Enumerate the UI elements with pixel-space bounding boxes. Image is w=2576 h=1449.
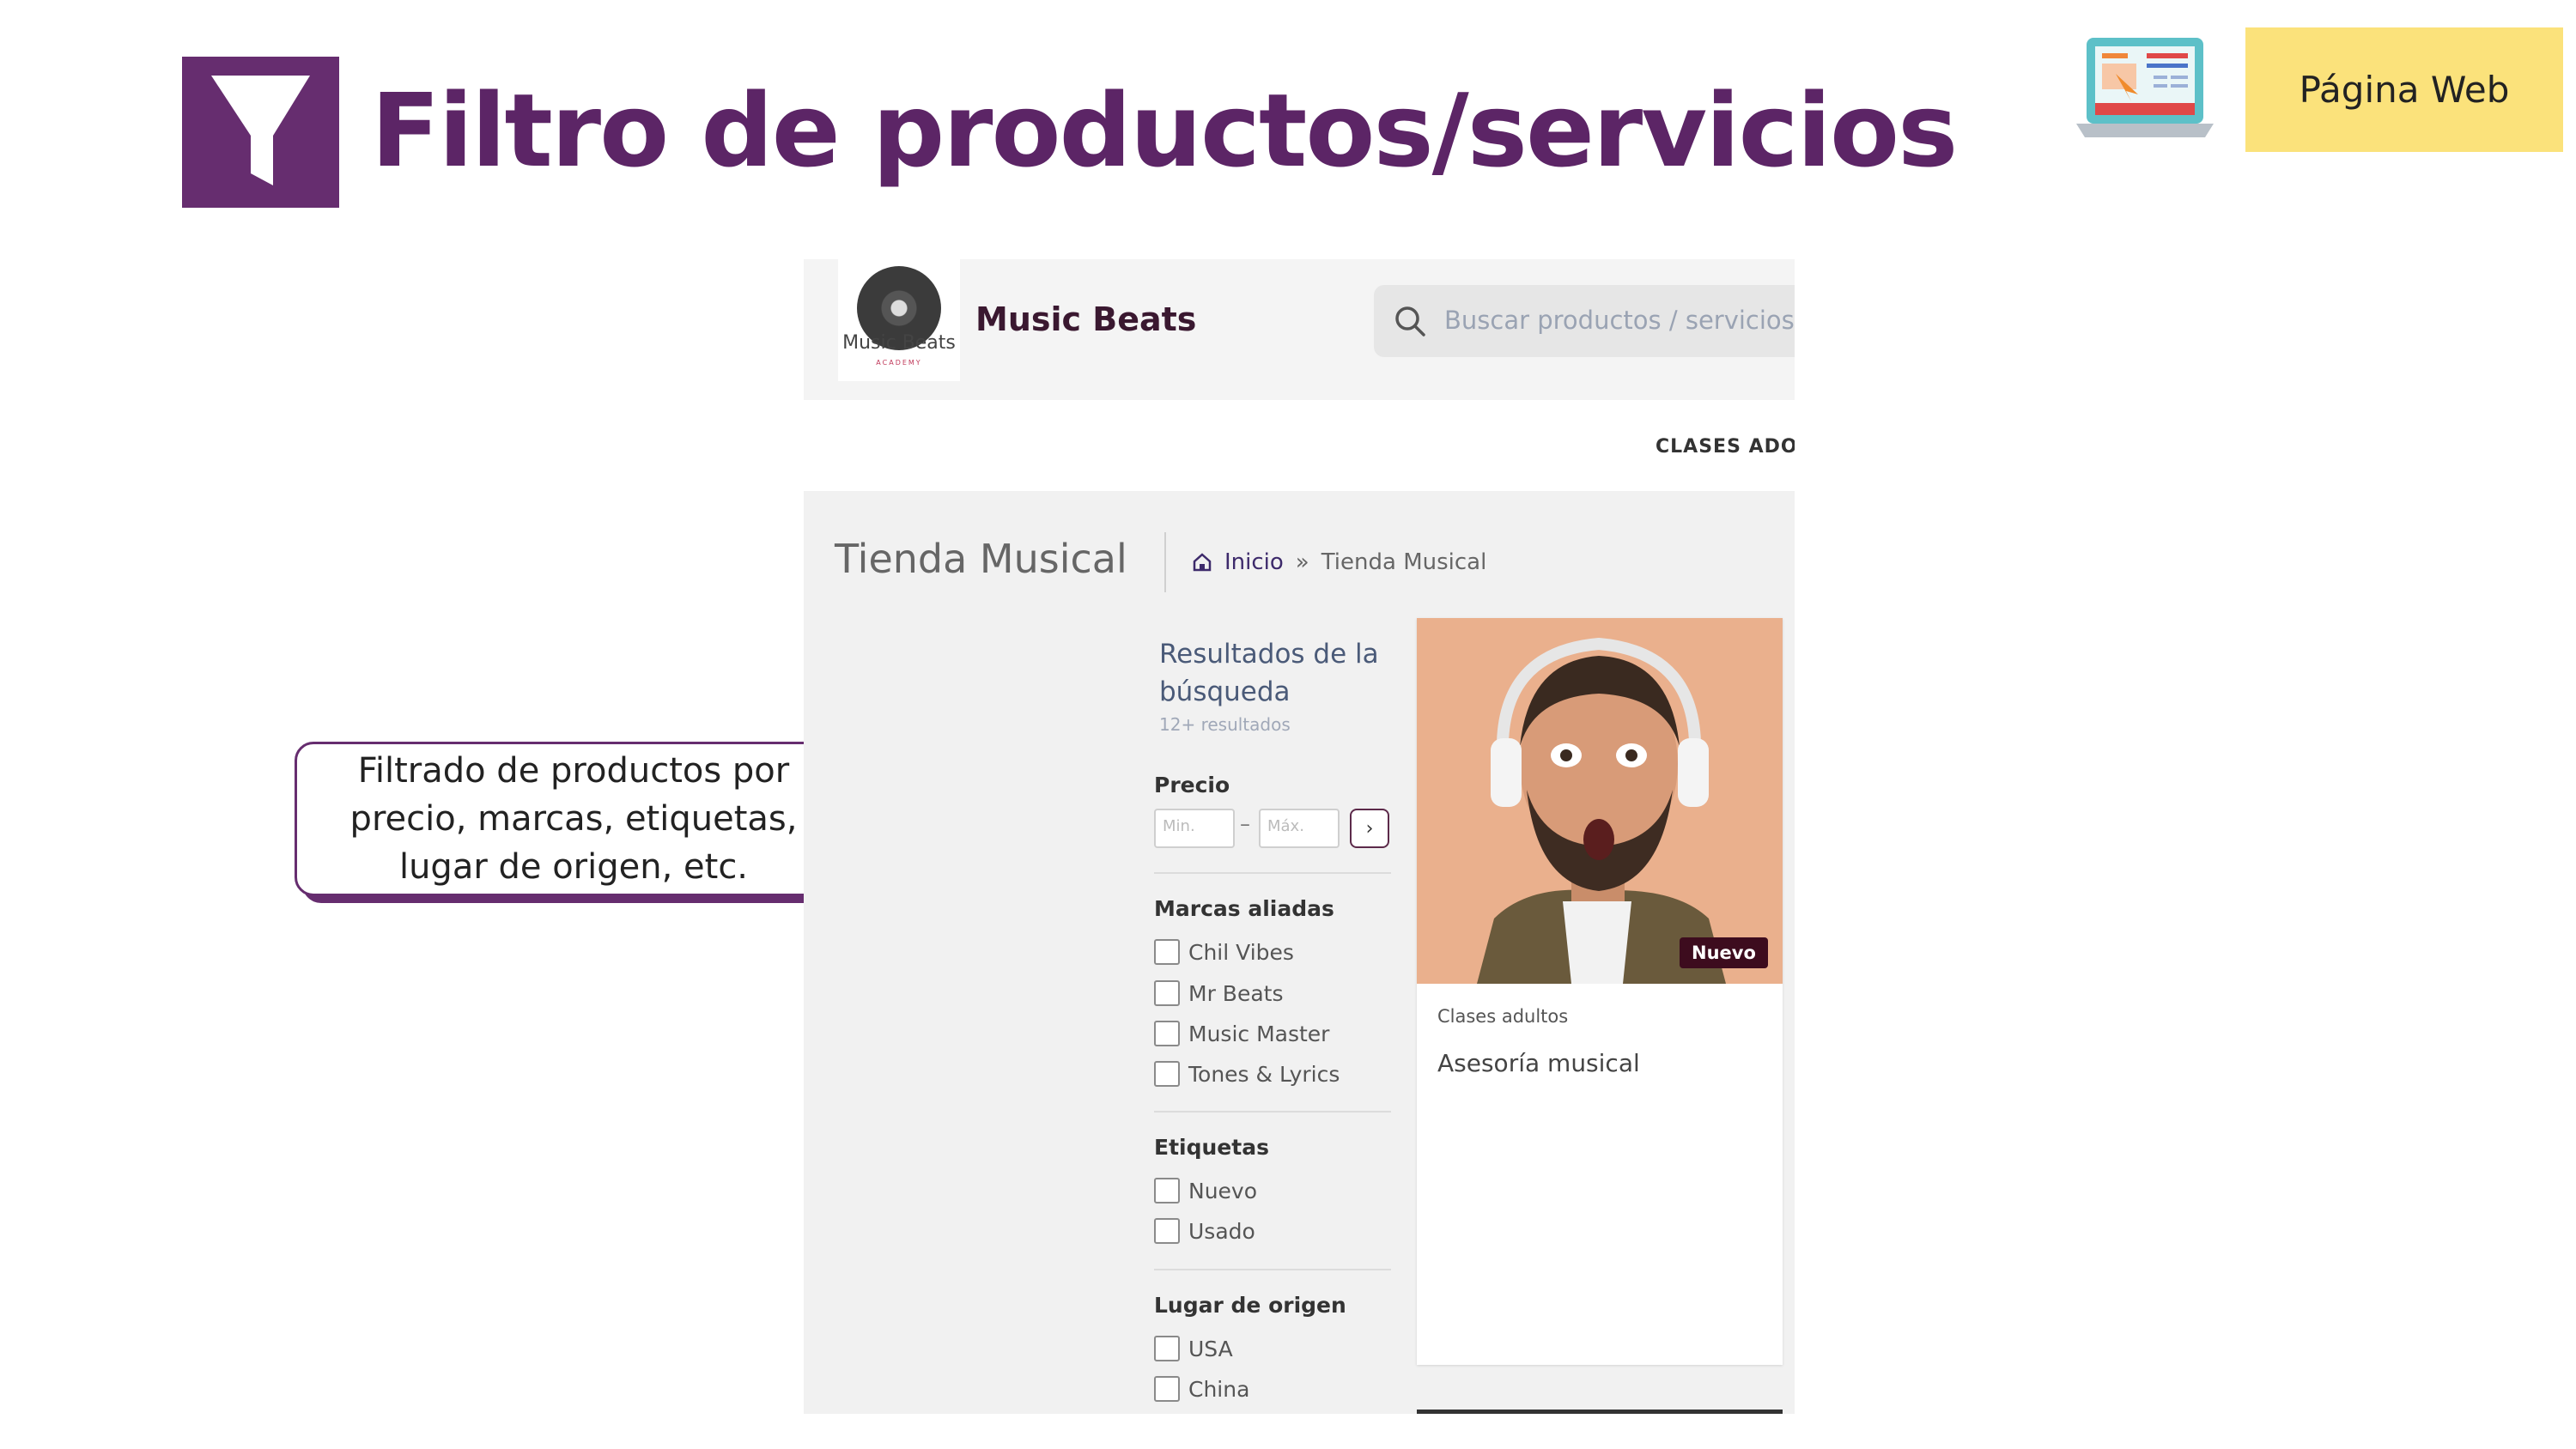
price-range-dash: – <box>1240 812 1250 836</box>
filter-divider <box>1154 1269 1391 1270</box>
slide-title: Filtro de productos/servicios <box>371 71 1958 190</box>
checkbox[interactable] <box>1154 1021 1180 1046</box>
origin-option-label: China <box>1188 1376 1250 1402</box>
brand-filter-option[interactable]: Chil Vibes <box>1154 939 1294 965</box>
brand-name[interactable]: Music Beats <box>975 300 1196 338</box>
checkbox[interactable] <box>1154 1178 1180 1203</box>
home-icon <box>1193 553 1212 572</box>
brand-filter-option[interactable]: Tones & Lyrics <box>1154 1061 1340 1087</box>
search-icon <box>1395 306 1425 336</box>
main-nav: CLASES ADOLE <box>804 400 1795 491</box>
breadcrumb-separator: » <box>1295 549 1309 575</box>
logo-text: Music Beats <box>842 332 956 354</box>
brand-option-label: Chil Vibes <box>1188 939 1294 965</box>
tag-option-label: Usado <box>1188 1218 1255 1244</box>
product-image[interactable] <box>1417 618 1783 984</box>
product-category[interactable]: Clases adultos <box>1437 1006 1568 1027</box>
site-logo[interactable]: Music Beats ACADEMY <box>838 259 960 381</box>
nav-item-clases-adolescentes[interactable]: CLASES ADOLE <box>1656 436 1795 458</box>
brand-filter-option[interactable]: Mr Beats <box>1154 980 1283 1006</box>
origin-filter-option[interactable]: USA <box>1154 1336 1233 1361</box>
next-product-card-edge <box>1417 1410 1783 1414</box>
breadcrumb: Inicio » Tienda Musical <box>1192 549 1486 575</box>
price-filter-heading: Precio <box>1154 773 1230 797</box>
product-name[interactable]: Asesoría musical <box>1437 1049 1640 1077</box>
title-divider <box>1164 532 1166 592</box>
filter-divider <box>1154 1111 1391 1113</box>
website-screenshot: Music Beats ACADEMY Music Beats Buscar p… <box>804 259 1795 1414</box>
funnel-icon <box>182 57 339 208</box>
search-input[interactable]: Buscar productos / servicios <box>1374 285 1795 357</box>
breadcrumb-home-link[interactable]: Inicio <box>1224 549 1284 575</box>
checkbox[interactable] <box>1154 1061 1180 1087</box>
brand-option-label: Tones & Lyrics <box>1188 1061 1340 1087</box>
new-badge: Nuevo <box>1680 937 1768 968</box>
brand-filter-option[interactable]: Music Master <box>1154 1021 1329 1046</box>
callout-box: Filtrado de productos por precio, marcas… <box>295 742 853 896</box>
checkbox[interactable] <box>1154 1336 1180 1361</box>
tag-filter-option[interactable]: Usado <box>1154 1218 1255 1244</box>
site-header: Music Beats ACADEMY Music Beats Buscar p… <box>804 259 1795 400</box>
product-card[interactable]: Nuevo Clases adultos Asesoría musical <box>1417 618 1783 1365</box>
page-title: Tienda Musical <box>835 536 1127 582</box>
tag-option-label: Nuevo <box>1188 1178 1258 1203</box>
checkbox[interactable] <box>1154 939 1180 965</box>
laptop-web-icon <box>2076 34 2214 144</box>
web-page-badge: Página Web <box>2245 27 2563 152</box>
price-apply-button[interactable]: › <box>1350 809 1389 848</box>
filter-divider <box>1154 872 1391 874</box>
price-min-input[interactable]: Min. <box>1154 809 1235 848</box>
brand-option-label: Mr Beats <box>1188 980 1284 1006</box>
brand-option-label: Music Master <box>1188 1021 1330 1046</box>
origin-filter-option[interactable]: China <box>1154 1376 1249 1402</box>
breadcrumb-current: Tienda Musical <box>1321 549 1487 575</box>
checkbox[interactable] <box>1154 1376 1180 1402</box>
tag-filter-option[interactable]: Nuevo <box>1154 1178 1257 1203</box>
checkbox[interactable] <box>1154 980 1180 1006</box>
origin-option-label: USA <box>1188 1336 1233 1361</box>
brands-filter-heading: Marcas aliadas <box>1154 896 1334 921</box>
price-max-input[interactable]: Máx. <box>1259 809 1340 848</box>
checkbox[interactable] <box>1154 1218 1180 1244</box>
tags-filter-heading: Etiquetas <box>1154 1135 1269 1160</box>
origin-filter-heading: Lugar de origen <box>1154 1293 1346 1318</box>
results-count: 12+ resultados <box>1159 714 1291 735</box>
results-title: Resultados de la búsqueda <box>1159 639 1379 707</box>
search-placeholder: Buscar productos / servicios <box>1444 306 1795 335</box>
logo-subtext: ACADEMY <box>876 359 922 367</box>
